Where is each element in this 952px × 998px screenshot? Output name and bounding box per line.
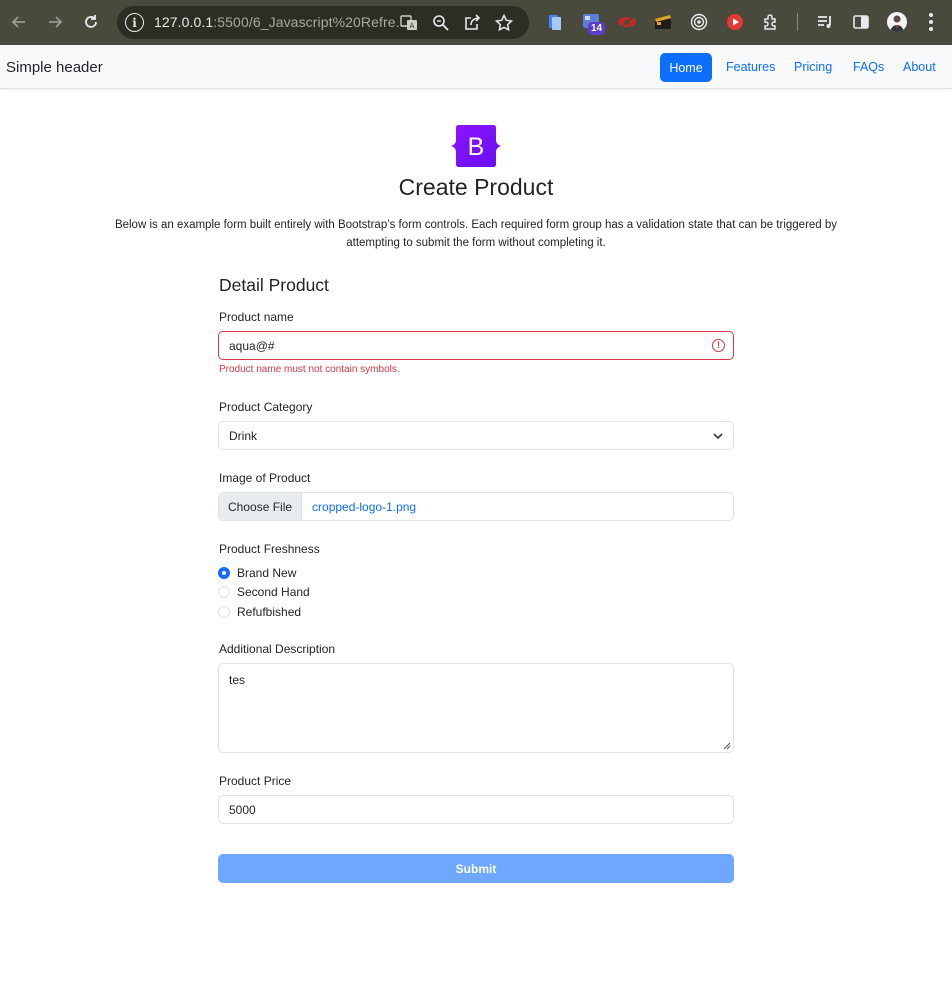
logo-letter: B: [468, 133, 485, 161]
image-file-input[interactable]: Choose File cropped-logo-1.png: [218, 492, 734, 521]
submit-button[interactable]: Submit: [218, 854, 734, 883]
radio-brand-new[interactable]: Brand New: [218, 566, 296, 580]
toolbar-divider: [797, 13, 798, 31]
url-text: 127.0.0.1:5500/6_Javascript%20Refre...: [154, 14, 408, 30]
radio-refurbished[interactable]: Refufbished: [218, 605, 301, 619]
bookmark-star-icon[interactable]: [495, 14, 513, 32]
extension-target-icon[interactable]: [689, 12, 709, 32]
nav-home[interactable]: Home: [660, 53, 712, 82]
zoom-icon[interactable]: [432, 14, 450, 32]
radio-second-hand[interactable]: Second Hand: [218, 585, 310, 599]
share-icon[interactable]: [463, 14, 481, 32]
radio-label: Brand New: [237, 566, 297, 580]
svg-text:A: A: [410, 22, 415, 30]
profile-avatar[interactable]: [887, 12, 907, 32]
back-icon[interactable]: [9, 12, 29, 32]
error-icon: !: [712, 339, 725, 352]
address-bar[interactable]: i 127.0.0.1:5500/6_Javascript%20Refre...…: [117, 6, 529, 39]
site-info-icon[interactable]: i: [125, 13, 144, 32]
browser-menu-icon[interactable]: [929, 13, 933, 31]
radio-label: Refufbished: [237, 605, 302, 619]
site-header: Simple header Home Features Pricing FAQs…: [0, 45, 952, 89]
category-value: Drink: [229, 428, 258, 443]
choose-file-button[interactable]: Choose File: [219, 493, 303, 520]
description-label: Additional Description: [219, 642, 336, 656]
section-title: Detail Product: [219, 275, 329, 295]
extension-youtube-icon[interactable]: [725, 12, 745, 32]
resize-handle-icon[interactable]: [723, 742, 731, 750]
product-name-error: Product name must not contain symbols.: [219, 364, 400, 375]
translate-icon[interactable]: A: [400, 14, 418, 32]
file-name: cropped-logo-1.png: [312, 499, 417, 514]
chevron-down-icon: [713, 433, 723, 440]
nav-faqs[interactable]: FAQs: [853, 60, 884, 74]
nav-pricing[interactable]: Pricing: [794, 60, 832, 74]
extensions-puzzle-icon[interactable]: [761, 12, 781, 32]
image-label: Image of Product: [219, 471, 311, 485]
category-label: Product Category: [219, 400, 313, 414]
radio-button[interactable]: [218, 586, 230, 598]
reload-icon[interactable]: [81, 12, 101, 32]
category-select[interactable]: Drink: [218, 421, 734, 450]
extension-docs-icon[interactable]: [545, 12, 565, 32]
page-description: Below is an example form built entirely …: [114, 219, 838, 249]
bootstrap-logo: B: [448, 124, 504, 168]
brand[interactable]: Simple header: [6, 59, 103, 76]
page-title: Create Product: [398, 174, 554, 200]
price-input[interactable]: 5000: [218, 795, 734, 824]
media-control-icon[interactable]: [815, 12, 835, 32]
forward-icon[interactable]: [45, 12, 65, 32]
radio-label: Second Hand: [237, 585, 310, 599]
nav-about[interactable]: About: [903, 60, 936, 74]
freshness-label: Product Freshness: [219, 542, 320, 556]
description-textarea[interactable]: tes: [218, 663, 734, 753]
product-name-input[interactable]: aqua@# !: [218, 331, 734, 360]
product-name-value: aqua@#: [229, 338, 275, 353]
extension-badge: 14: [588, 22, 606, 35]
description-value: tes: [229, 673, 246, 687]
price-label: Product Price: [219, 774, 292, 788]
product-name-label: Product name: [219, 310, 294, 324]
extension-eye-icon[interactable]: [617, 12, 637, 32]
extension-clapper-icon[interactable]: [653, 12, 673, 32]
price-value: 5000: [229, 802, 256, 817]
side-panel-icon[interactable]: [851, 12, 871, 32]
nav-features[interactable]: Features: [726, 60, 775, 74]
radio-button[interactable]: [218, 606, 230, 618]
browser-toolbar: i 127.0.0.1:5500/6_Javascript%20Refre...…: [0, 0, 952, 45]
radio-button[interactable]: [218, 567, 230, 579]
